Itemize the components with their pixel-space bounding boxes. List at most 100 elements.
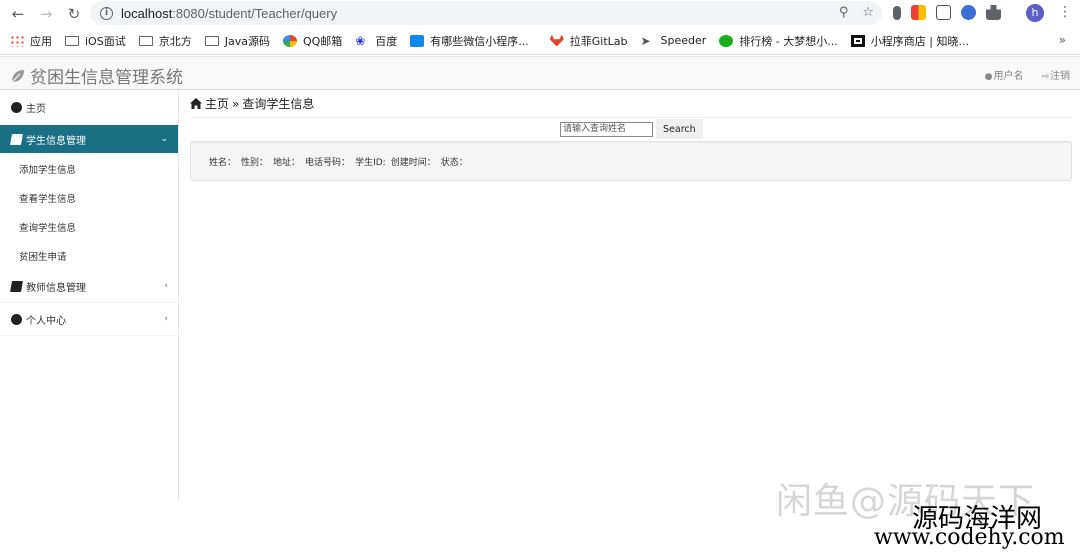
sidebar-item-label: 教师信息管理 [26, 282, 86, 294]
c-extension-icon[interactable] [936, 5, 951, 20]
rocket-icon: ➤ [640, 33, 651, 48]
sidebar-item-view-student[interactable]: 查看学生信息 [0, 183, 178, 212]
forward-arrow-icon[interactable]: → [38, 5, 54, 23]
blue-extension-icon[interactable] [961, 5, 976, 20]
bookmark-zhihu[interactable]: 有哪些微信小程序... [410, 33, 529, 49]
bookmark-label: 拉菲GitLab [569, 34, 628, 48]
watermark-site-url: www.codehy.com [874, 525, 1065, 550]
field-student-id-label: 学生ID: [355, 158, 386, 168]
address-bar[interactable]: i localhost:8080/student/Teacher/query ⚲… [90, 1, 882, 25]
search-button[interactable]: Search [656, 119, 703, 139]
browser-toolbar: ← → ↻ i localhost:8080/student/Teacher/q… [0, 0, 1080, 27]
reload-icon[interactable]: ↻ [66, 5, 82, 23]
sidebar-group-teacher[interactable]: 教师信息管理 ‹ [0, 270, 178, 303]
bookmark-label: Java源码 [224, 34, 270, 48]
sidebar-item-label: 查看学生信息 [19, 193, 77, 205]
qq-mail-icon [282, 34, 297, 47]
folder-icon [204, 35, 219, 46]
book-icon [10, 133, 23, 145]
bookmark-java[interactable]: Java源码 [204, 33, 270, 49]
qr-icon [850, 34, 865, 47]
breadcrumb-current: 查询学生信息 [242, 97, 315, 111]
field-status-label: 状态： [440, 158, 468, 168]
sidebar-group-personal[interactable]: 个人中心 ‹ [0, 303, 178, 336]
sidebar-item-add-student[interactable]: 添加学生信息 [0, 154, 178, 183]
bookmark-leaderboard[interactable]: 排行榜 - 大梦想小... [719, 33, 838, 49]
bookmark-label: 应用 [30, 34, 52, 48]
bookmarks-more-chevron-icon[interactable]: » [1059, 33, 1066, 47]
bookmark-qqmail[interactable]: QQ邮箱 [282, 33, 343, 49]
site-info-icon[interactable]: i [100, 6, 113, 20]
bookmark-label: 百度 [375, 34, 398, 48]
user-label: 用户名 [993, 71, 1024, 82]
zoom-search-icon[interactable]: ⚲ [839, 5, 849, 20]
logout-label: 注销 [1050, 71, 1070, 82]
folder-icon [138, 35, 153, 46]
bookmark-ios[interactable]: iOS面试 [65, 33, 126, 49]
breadcrumb: 主页 » 查询学生信息 [190, 95, 314, 112]
search-form: Search [560, 119, 703, 139]
field-address-label: 地址： [273, 158, 301, 168]
field-created-time-label: 创建时间： [390, 158, 436, 168]
book-icon [10, 280, 23, 292]
leaderboard-icon [719, 34, 734, 47]
sidebar-item-query-student[interactable]: 查询学生信息 [0, 212, 178, 241]
baidu-paw-icon: ❀ [355, 33, 366, 48]
sidebar: 主页 学生信息管理 ⌄ 添加学生信息 查看学生信息 查询学生信息 贫困生申请 教… [0, 90, 179, 500]
search-input[interactable] [560, 121, 653, 137]
user-menu[interactable]: ●用户名 [985, 67, 1024, 82]
bookmark-speeder[interactable]: ➤ Speeder [641, 34, 707, 47]
puzzle-extensions-icon[interactable] [986, 5, 1001, 20]
profile-avatar[interactable]: h [1026, 4, 1044, 22]
url-host: localhost [121, 5, 173, 21]
bookmark-label: 小程序商店 | 知晓... [870, 34, 969, 48]
bookmark-label: Speeder [660, 34, 707, 47]
bookmark-star-icon[interactable]: ☆ [862, 5, 874, 20]
field-phone-label: 电话号码： [305, 158, 351, 168]
chevron-left-icon: ‹ [164, 281, 168, 291]
github-icon [11, 101, 22, 113]
leaf-icon [11, 69, 24, 82]
microphone-icon[interactable] [893, 5, 901, 20]
url-text[interactable]: localhost:8080/student/Teacher/query [121, 6, 337, 21]
sidebar-item-label: 主页 [26, 103, 46, 115]
bookmark-apps[interactable]: 应用 [10, 33, 52, 49]
apps-grid-icon [10, 34, 24, 47]
bookmark-label: 京北方 [158, 34, 192, 48]
bookmark-label: QQ邮箱 [302, 34, 343, 48]
bookmark-jingbeifang[interactable]: 京北方 [138, 33, 192, 49]
field-gender-label: 性别： [241, 158, 269, 168]
sidebar-item-poverty-apply[interactable]: 贫困生申请 [0, 241, 178, 270]
app-brand[interactable]: 贫困生信息管理系统 [10, 63, 183, 88]
browser-menu-icon[interactable]: ⋮ [1058, 4, 1072, 20]
bookmark-baidu[interactable]: ❀ 百度 [355, 33, 397, 49]
result-fields: 姓名： 性别： 地址： 电话号码： 学生ID: 创建时间： 状态： [209, 155, 468, 168]
app-title: 贫困生信息管理系统 [30, 68, 183, 88]
breadcrumb-home[interactable]: 主页 [205, 95, 229, 112]
user-icon: ● [984, 72, 993, 82]
bookmark-label: 排行榜 - 大梦想小... [739, 34, 838, 48]
bookmark-label: 有哪些微信小程序... [430, 34, 529, 48]
bookmark-gitlab[interactable]: 拉菲GitLab [549, 33, 628, 49]
chevron-down-icon: ⌄ [160, 134, 168, 144]
sidebar-group-student[interactable]: 学生信息管理 ⌄ [0, 125, 178, 154]
logout-link[interactable]: ⇨注销 [1041, 67, 1070, 82]
result-panel: 姓名： 性别： 地址： 电话号码： 学生ID: 创建时间： 状态： [190, 141, 1072, 181]
bookmark-label: iOS面试 [85, 34, 126, 48]
sidebar-item-label: 贫困生申请 [19, 251, 67, 263]
field-name-label: 姓名： [209, 158, 237, 168]
folder-icon [65, 35, 79, 46]
sidebar-item-home[interactable]: 主页 [0, 90, 178, 125]
user-circle-icon [11, 313, 22, 325]
url-path: :8080/student/Teacher/query [172, 5, 338, 21]
color-extension-icon[interactable] [911, 5, 926, 20]
sidebar-item-label: 查询学生信息 [19, 222, 77, 234]
bookmark-minapp-store[interactable]: 小程序商店 | 知晓... [850, 33, 969, 49]
back-arrow-icon[interactable]: ← [10, 5, 26, 23]
logout-icon: ⇨ [1041, 72, 1049, 82]
zhihu-icon [410, 34, 425, 47]
breadcrumb-separator: » [232, 96, 240, 111]
gitlab-icon [549, 34, 564, 47]
app-navbar: 贫困生信息管理系统 ●用户名 ⇨注销 [0, 56, 1080, 90]
sidebar-item-label: 学生信息管理 [26, 135, 86, 147]
